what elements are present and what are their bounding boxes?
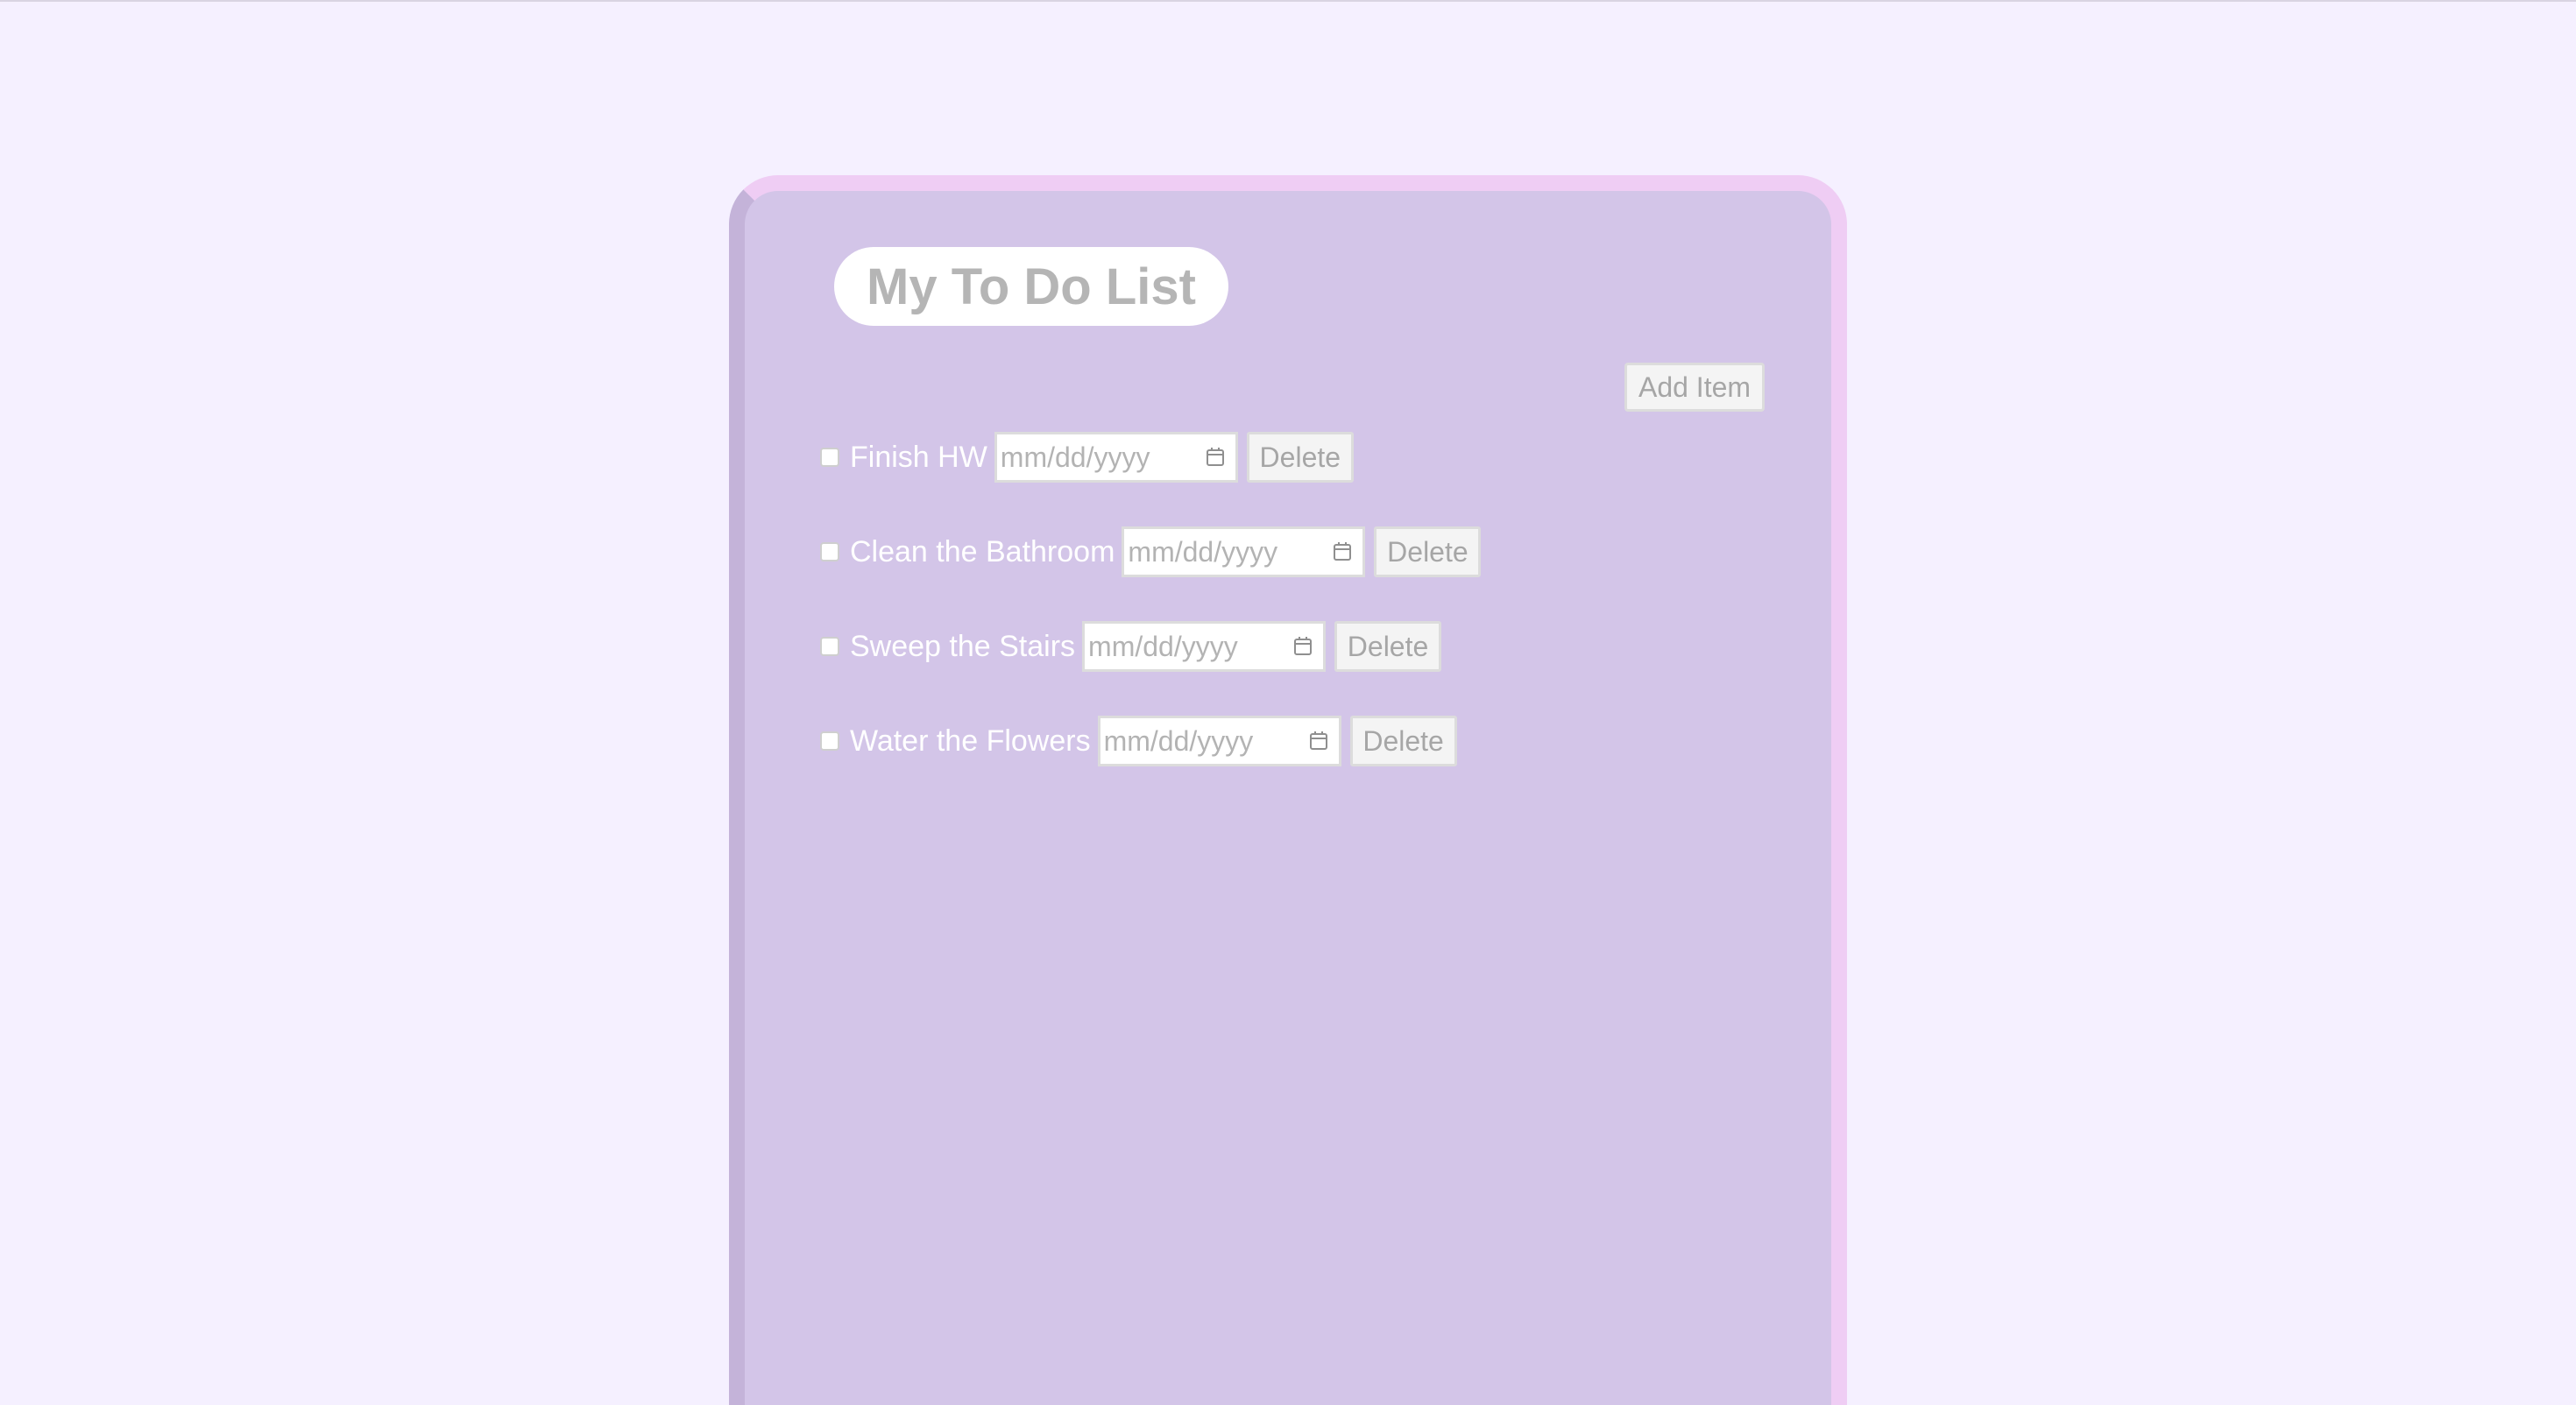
date-placeholder: mm/dd/yyyy [1000,441,1150,473]
todo-item: Water the Flowers mm/dd/yyyy Delete [820,715,1457,767]
date-placeholder: mm/dd/yyyy [1103,724,1254,757]
todo-item: Sweep the Stairs mm/dd/yyyy Delete [820,620,1442,673]
calendar-icon[interactable] [1206,447,1225,468]
todo-checkbox[interactable] [820,731,839,751]
delete-button[interactable]: Delete [1246,432,1354,483]
add-item-button[interactable]: Add Item [1624,363,1765,412]
due-date-input[interactable]: mm/dd/yyyy [1122,526,1366,577]
due-date-input[interactable]: mm/dd/yyyy [994,432,1238,483]
calendar-icon[interactable] [1333,541,1352,562]
todo-label: Finish HW [850,440,987,474]
due-date-input[interactable]: mm/dd/yyyy [1097,716,1341,766]
todo-checkbox[interactable] [820,637,839,656]
todo-item: Clean the Bathroom mm/dd/yyyy Delete [820,526,1482,578]
delete-button[interactable]: Delete [1374,526,1482,577]
todo-checkbox[interactable] [820,448,839,467]
todo-checkbox[interactable] [820,542,839,561]
date-placeholder: mm/dd/yyyy [1128,535,1278,568]
calendar-icon[interactable] [1293,636,1313,657]
todo-label: Clean the Bathroom [850,534,1115,568]
calendar-icon[interactable] [1309,731,1328,752]
due-date-input[interactable]: mm/dd/yyyy [1082,621,1327,672]
todo-label: Sweep the Stairs [850,629,1076,663]
todo-card [729,175,1847,1405]
delete-button[interactable]: Delete [1349,716,1457,766]
date-placeholder: mm/dd/yyyy [1088,630,1238,662]
todo-label: Water the Flowers [850,724,1091,758]
todo-item: Finish HW mm/dd/yyyy Delete [820,431,1354,484]
page-title: My To Do List [867,258,1196,315]
delete-button[interactable]: Delete [1334,621,1442,672]
window-top-border [0,0,2576,2]
page-title-pill: My To Do List [834,247,1228,326]
